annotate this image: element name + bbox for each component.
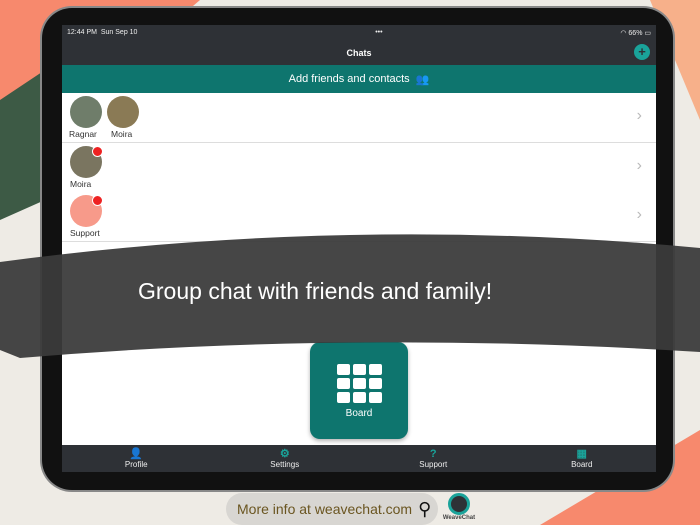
headline: Group chat with friends and family!	[138, 278, 493, 304]
weavechat-logo: WeaveChat	[442, 493, 476, 521]
headline-band	[0, 234, 700, 358]
search-icon: ⚲	[418, 498, 432, 519]
more-info-link[interactable]: More info at weavechat.com ⚲	[226, 493, 438, 525]
more-info-text: More info at weavechat.com	[237, 501, 413, 517]
